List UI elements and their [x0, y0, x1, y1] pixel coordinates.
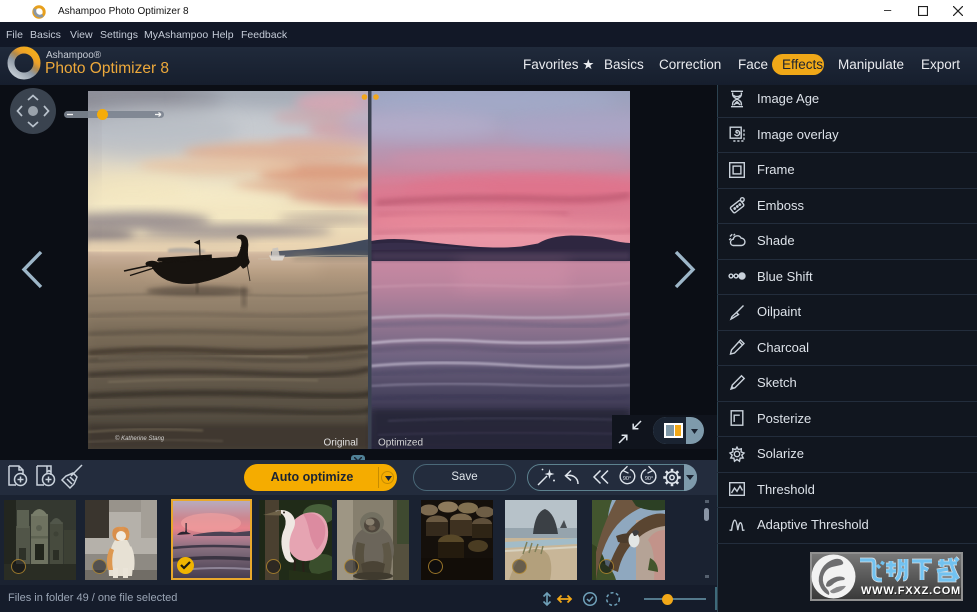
svg-text:90°: 90°	[645, 476, 653, 482]
svg-text:Optimized: Optimized	[378, 438, 423, 449]
svg-text:© Katherine Stang: © Katherine Stang	[115, 435, 165, 442]
svg-text:Original: Original	[324, 438, 358, 449]
svg-text:90°: 90°	[623, 476, 631, 482]
